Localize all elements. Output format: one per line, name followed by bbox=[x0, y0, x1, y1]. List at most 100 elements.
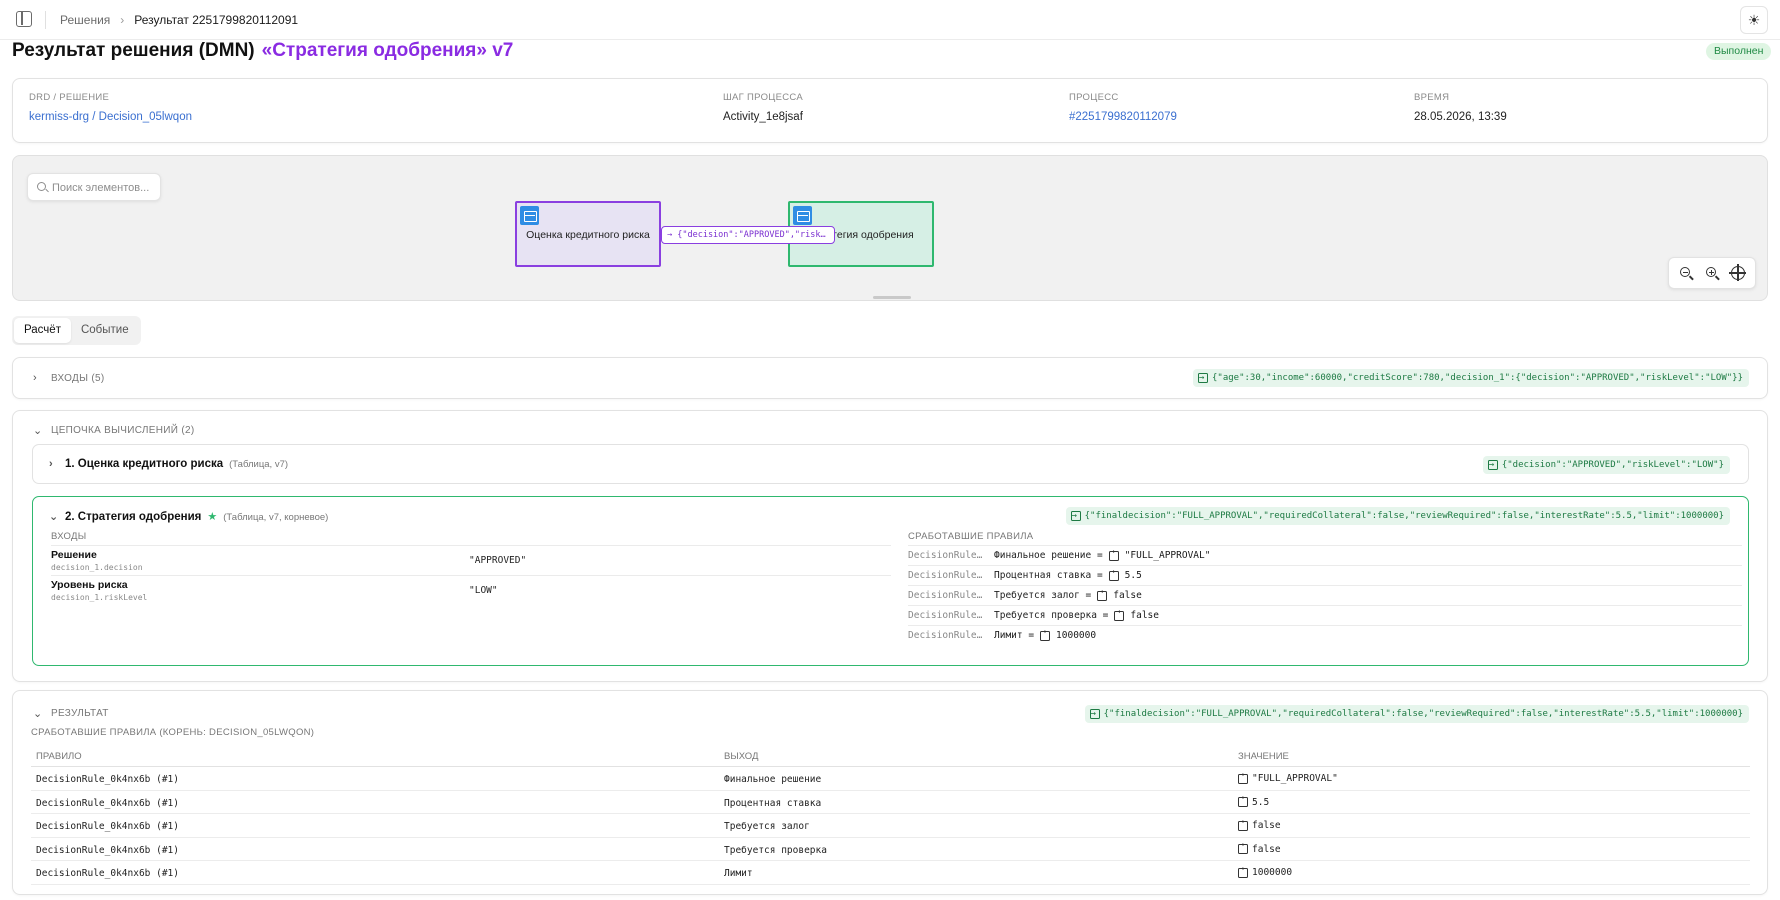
info-drd-link[interactable]: kermiss-drg / Decision_05lwqon bbox=[29, 111, 192, 123]
fired-rule-id[interactable]: DecisionRule_0k4nx6b bbox=[908, 590, 988, 601]
fired-rule-id[interactable]: DecisionRule_0k4nx6b bbox=[908, 550, 988, 561]
breadcrumb-current: Результат 2251799820112091 bbox=[134, 13, 299, 27]
fired-rule-id[interactable]: DecisionRule_0k4nx6b bbox=[908, 630, 988, 641]
diagram-edge-label[interactable]: → {"decision":"APPROVED","riskLe… bbox=[661, 226, 835, 244]
chain-toggle[interactable]: ⌄ ЦЕПОЧКА ВЫЧИСЛЕНИЙ (2) bbox=[33, 424, 194, 437]
page-title: Результат решения (DMN) «Стратегия одобр… bbox=[12, 40, 513, 66]
fired-rule-id[interactable]: DecisionRule_0k4nx6b bbox=[908, 570, 988, 581]
output-icon bbox=[1097, 587, 1108, 601]
info-step-value: Activity_1e8jsaf bbox=[723, 111, 803, 123]
step-2-json[interactable]: {"finaldecision":"FULL_APPROVAL","requir… bbox=[1065, 507, 1730, 525]
output-icon bbox=[1108, 567, 1119, 581]
output-icon bbox=[1238, 793, 1248, 807]
fit-view-button[interactable] bbox=[1727, 262, 1749, 284]
fired-rule-row: DecisionRule_0k4nx6b Процентная ставка =… bbox=[908, 565, 1742, 585]
diagram-resize-handle[interactable] bbox=[873, 296, 911, 299]
zoom-out-button[interactable] bbox=[1675, 262, 1697, 284]
result-table: ПРАВИЛО ВЫХОД ЗНАЧЕНИЕ DecisionRule_0k4n… bbox=[31, 745, 1750, 885]
rule-cell: DecisionRule_0k4nx6b (#1) bbox=[36, 844, 179, 856]
chain-step-1[interactable]: › 1. Оценка кредитного риска (Таблица, v… bbox=[32, 444, 1749, 484]
table-row: DecisionRule_0k4nx6b (#1) Финальное реше… bbox=[31, 767, 1750, 791]
inputs-json-text: {"age":30,"income":60000,"creditScore":7… bbox=[1211, 373, 1743, 383]
step-2-inputs-label: ВХОДЫ bbox=[51, 531, 87, 542]
input-value: "APPROVED" bbox=[469, 555, 527, 566]
value-cell: 1000000 bbox=[1238, 864, 1292, 878]
info-card: DRD / РЕШЕНИЕ kermiss-drg / Decision_05l… bbox=[12, 78, 1768, 143]
input-path: decision_1.riskLevel bbox=[51, 593, 148, 602]
info-process-link[interactable]: #2251799820112079 bbox=[1069, 111, 1177, 123]
sidebar-toggle-icon[interactable] bbox=[16, 11, 32, 27]
output-icon bbox=[1040, 627, 1051, 641]
result-section: ⌄ РЕЗУЛЬТАТ {"finaldecision":"FULL_APPRO… bbox=[12, 690, 1768, 895]
breadcrumb-root[interactable]: Решения bbox=[60, 13, 110, 27]
breadcrumb-separator: › bbox=[120, 13, 125, 27]
inputs-toggle[interactable]: › ВХОДЫ (5) bbox=[33, 372, 104, 384]
zoom-in-button[interactable] bbox=[1701, 262, 1723, 284]
sun-icon: ☀ bbox=[1747, 11, 1761, 28]
output-icon bbox=[1238, 864, 1248, 878]
value-cell: 5.5 bbox=[1238, 793, 1269, 808]
column-header: ЗНАЧЕНИЕ bbox=[1238, 751, 1289, 762]
output-cell: Требуется проверка bbox=[724, 844, 827, 856]
theme-toggle-button[interactable]: ☀ bbox=[1740, 6, 1768, 34]
info-process-label: ПРОЦЕСС bbox=[1069, 92, 1119, 103]
view-tabs: Расчёт Событие bbox=[12, 316, 141, 345]
node-label: Оценка кредитного риска bbox=[526, 229, 650, 241]
chain-section: ⌄ ЦЕПОЧКА ВЫЧИСЛЕНИЙ (2) › 1. Оценка кре… bbox=[12, 410, 1768, 682]
step-1-json-text: {"decision":"APPROVED","riskLevel":"LOW"… bbox=[1501, 460, 1724, 470]
output-icon bbox=[1487, 456, 1498, 474]
info-time-value: 28.05.2026, 13:39 bbox=[1414, 111, 1507, 123]
zoom-controls bbox=[1668, 257, 1756, 289]
title-decision-name: «Стратегия одобрения» v7 bbox=[261, 40, 514, 61]
chevron-right-icon: › bbox=[49, 458, 53, 470]
fired-output: Лимит = bbox=[994, 630, 1035, 641]
status-badge: Выполнен bbox=[1706, 43, 1772, 60]
value-text: false bbox=[1252, 820, 1281, 831]
fired-value: false bbox=[1113, 590, 1142, 601]
fired-rule-row: DecisionRule_0k4nx6b Требуется залог = f… bbox=[908, 585, 1742, 605]
result-json-text: {"finaldecision":"FULL_APPROVAL","requir… bbox=[1103, 709, 1743, 719]
decision-table-icon bbox=[520, 206, 539, 225]
step-1-json[interactable]: {"decision":"APPROVED","riskLevel":"LOW"… bbox=[1482, 456, 1730, 474]
column-header: ВЫХОД bbox=[724, 751, 759, 762]
info-drd: DRD / РЕШЕНИЕ kermiss-drg / Decision_05l… bbox=[29, 92, 192, 123]
info-time: ВРЕМЯ 28.05.2026, 13:39 bbox=[1414, 92, 1507, 123]
tab-event[interactable]: Событие bbox=[71, 318, 139, 343]
fired-output: Процентная ставка = bbox=[994, 570, 1103, 581]
result-toggle[interactable]: ⌄ РЕЗУЛЬТАТ bbox=[33, 707, 109, 720]
result-table-header: ПРАВИЛО ВЫХОД ЗНАЧЕНИЕ bbox=[31, 745, 1750, 767]
element-search-input[interactable] bbox=[52, 179, 156, 196]
rule-cell: DecisionRule_0k4nx6b (#1) bbox=[36, 821, 179, 832]
input-name: Решение bbox=[51, 549, 97, 561]
chain-label: ЦЕПОЧКА ВЫЧИСЛЕНИЙ (2) bbox=[51, 425, 195, 436]
fired-rule-id[interactable]: DecisionRule_0k4nx6b bbox=[908, 610, 988, 621]
fired-rule-row: DecisionRule_0k4nx6b Требуется проверка … bbox=[908, 605, 1742, 625]
chevron-down-icon: ⌄ bbox=[33, 425, 43, 437]
info-step: ШАГ ПРОЦЕССА Activity_1e8jsaf bbox=[723, 92, 803, 123]
result-json[interactable]: {"finaldecision":"FULL_APPROVAL","requir… bbox=[1084, 705, 1749, 723]
drd-diagram[interactable]: Оценка кредитного риска Стратегия одобре… bbox=[12, 155, 1768, 301]
fired-value: 1000000 bbox=[1056, 630, 1097, 641]
diagram-node-credit-risk[interactable]: Оценка кредитного риска bbox=[515, 201, 661, 267]
chain-step-2[interactable]: ⌄ 2. Стратегия одобрения ★ (Таблица, v7,… bbox=[32, 496, 1749, 666]
info-step-label: ШАГ ПРОЦЕССА bbox=[723, 92, 803, 103]
fired-rule-row: DecisionRule_0k4nx6b Финальное решение =… bbox=[908, 545, 1742, 565]
step-2-fired-label: СРАБОТАВШИЕ ПРАВИЛА bbox=[908, 531, 1034, 542]
rule-cell: DecisionRule_0k4nx6b (#1) bbox=[36, 868, 179, 879]
fired-output: Финальное решение = bbox=[994, 550, 1103, 561]
tab-calculation[interactable]: Расчёт bbox=[14, 318, 71, 343]
input-path: decision_1.decision bbox=[51, 563, 143, 572]
divider bbox=[45, 11, 46, 29]
column-header: ПРАВИЛО bbox=[36, 751, 82, 762]
output-icon bbox=[1070, 507, 1081, 525]
step-2-name: 2. Стратегия одобрения bbox=[65, 511, 202, 523]
output-cell: Финальное решение bbox=[724, 774, 822, 785]
title-main: Результат решения (DMN) bbox=[12, 40, 255, 61]
input-value: "LOW" bbox=[469, 585, 498, 596]
inputs-json[interactable]: {"age":30,"income":60000,"creditScore":7… bbox=[1192, 369, 1749, 387]
crosshair-icon bbox=[1729, 264, 1746, 281]
value-cell: "FULL_APPROVAL" bbox=[1238, 770, 1338, 784]
chevron-down-icon: ⌄ bbox=[49, 511, 59, 523]
table-row: DecisionRule_0k4nx6b (#1) Требуется зало… bbox=[31, 814, 1750, 838]
step-2-meta: (Таблица, v7, корневое) bbox=[223, 512, 329, 523]
